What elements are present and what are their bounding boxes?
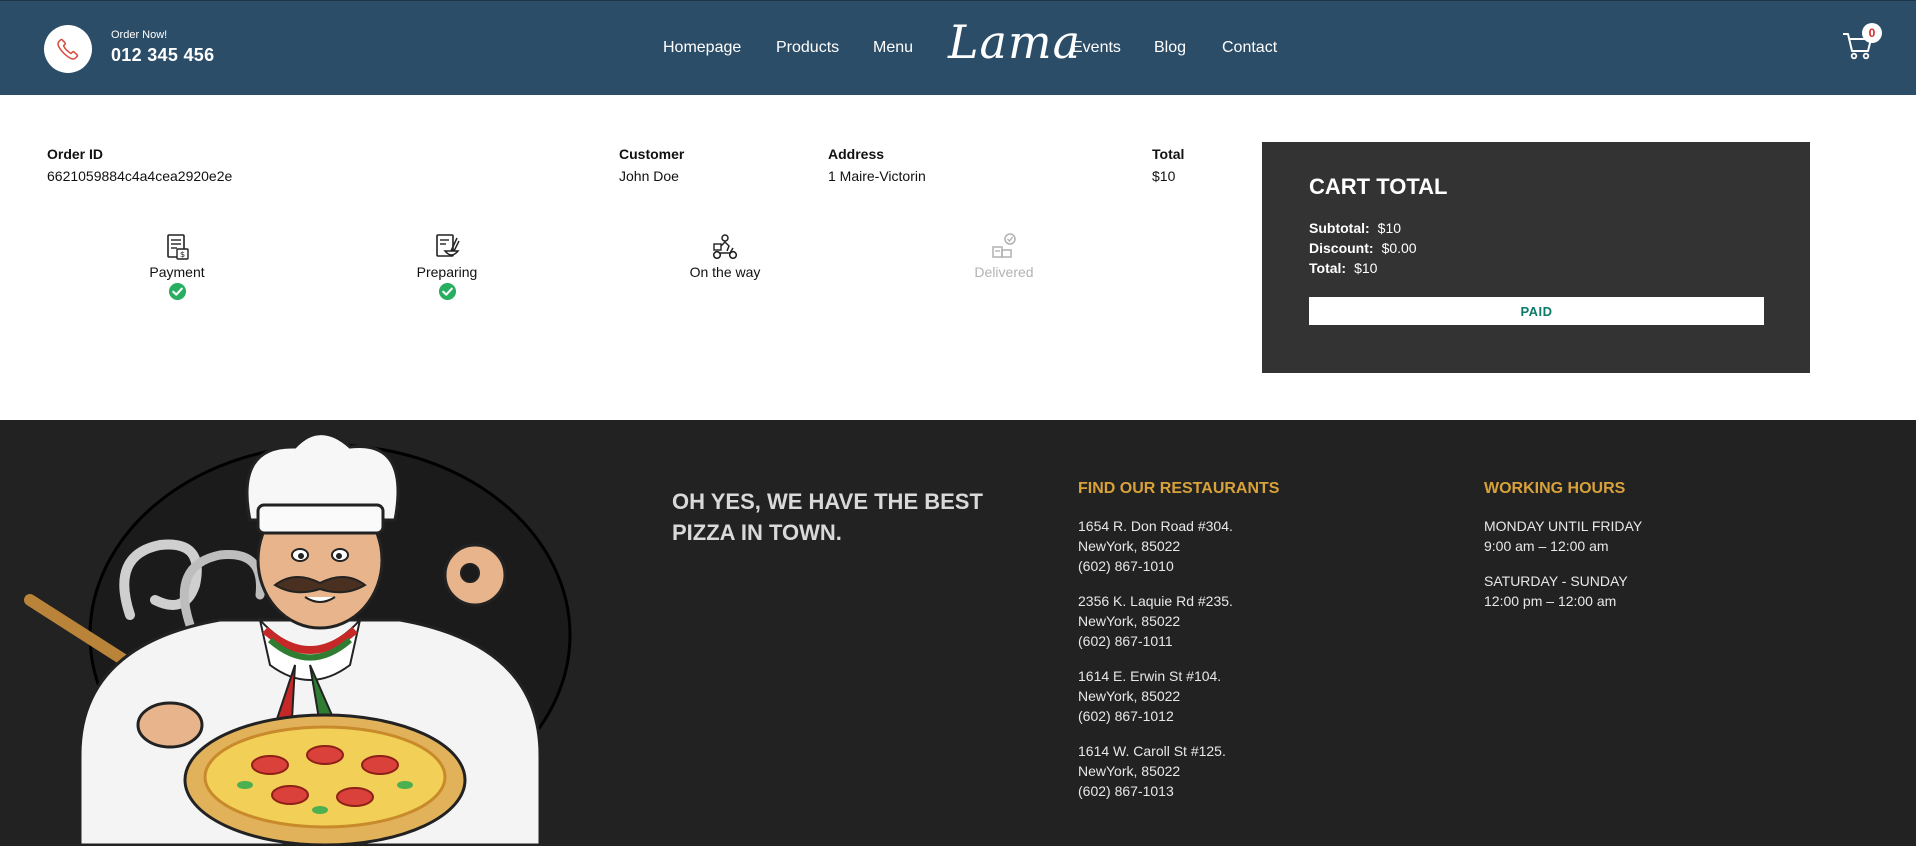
- status-payment: $ Payment: [107, 232, 247, 301]
- nav-contact[interactable]: Contact: [1222, 39, 1277, 57]
- check-icon: [168, 282, 186, 301]
- status-label: Delivered: [974, 264, 1034, 280]
- order-id-value: 6621059884c4a4cea2920e2e: [47, 168, 233, 184]
- customer-value: John Doe: [619, 168, 679, 184]
- status-delivered: Delivered: [934, 232, 1074, 280]
- restaurant-phone: (602) 867-1012: [1078, 708, 1174, 724]
- status-preparing: Preparing: [377, 232, 517, 301]
- footer: OH YES, WE HAVE THE BEST PIZZA IN TOWN. …: [0, 420, 1916, 846]
- footer-slogan: OH YES, WE HAVE THE BEST PIZZA IN TOWN.: [672, 489, 983, 545]
- customer-header: Customer: [619, 146, 685, 162]
- address-header: Address: [828, 146, 885, 162]
- order-now-label: Order Now!: [111, 29, 168, 41]
- restaurant-item: 1614 E. Erwin St #104. NewYork, 85022 (6…: [1078, 666, 1221, 726]
- chef-bowl-icon: [436, 234, 460, 257]
- hours-item: MONDAY UNTIL FRIDAY 9:00 am – 12:00 am: [1484, 516, 1642, 556]
- restaurant-city: NewYork, 85022: [1078, 688, 1181, 704]
- delivered-icon: [992, 233, 1016, 258]
- restaurant-item: 1654 R. Don Road #304. NewYork, 85022 (6…: [1078, 516, 1233, 576]
- restaurant-street: 1654 R. Don Road #304.: [1078, 518, 1233, 534]
- subtotal-value: $10: [1377, 220, 1402, 236]
- call-button[interactable]: [44, 25, 92, 73]
- total-row: Total: $10: [1309, 260, 1377, 276]
- subtotal-label: Subtotal:: [1309, 220, 1370, 236]
- nav-products[interactable]: Products: [776, 39, 839, 57]
- order-id-header: Order ID: [47, 146, 104, 162]
- total-header: Total: [1152, 146, 1185, 162]
- check-icon: [438, 282, 456, 301]
- restaurant-phone: (602) 867-1011: [1078, 633, 1173, 649]
- cart-total-title: CART TOTAL: [1309, 174, 1448, 199]
- restaurant-phone: (602) 867-1010: [1078, 558, 1174, 574]
- phone-number: 012 345 456: [111, 45, 215, 65]
- nav-blog[interactable]: Blog: [1154, 39, 1186, 57]
- restaurant-city: NewYork, 85022: [1078, 613, 1181, 629]
- restaurant-street: 2356 K. Laquie Rd #235.: [1078, 593, 1233, 609]
- nav-homepage[interactable]: Homepage: [663, 39, 741, 57]
- nav-events[interactable]: Events: [1072, 39, 1121, 57]
- discount-value: $0.00: [1381, 240, 1417, 256]
- phone-icon: [57, 38, 79, 60]
- restaurant-item: 1614 W. Caroll St #125. NewYork, 85022 (…: [1078, 741, 1226, 801]
- total-value-cart: $10: [1354, 260, 1378, 276]
- status-label: On the way: [689, 264, 761, 280]
- restaurant-street: 1614 W. Caroll St #125.: [1078, 743, 1226, 759]
- restaurant-street: 1614 E. Erwin St #104.: [1078, 668, 1222, 684]
- hours-time: 9:00 am – 12:00 am: [1484, 538, 1609, 554]
- subtotal-row: Subtotal: $10: [1309, 220, 1401, 236]
- nav-menu[interactable]: Menu: [873, 39, 913, 57]
- hours-days: SATURDAY - SUNDAY: [1484, 573, 1628, 589]
- chef-pizza-illustration: [24, 432, 572, 845]
- navbar: Order Now! 012 345 456 Homepage Products…: [0, 0, 1916, 95]
- address-value: 1 Maire-Victorin: [828, 168, 926, 184]
- restaurants-title: FIND OUR RESTAURANTS: [1078, 480, 1280, 497]
- delivery-bike-icon: [712, 234, 738, 260]
- status-label: Preparing: [416, 264, 478, 280]
- status-on-the-way: On the way: [655, 232, 795, 280]
- total-value: $10: [1152, 168, 1176, 184]
- status-label: Payment: [149, 264, 205, 280]
- hours-item: SATURDAY - SUNDAY 12:00 pm – 12:00 am: [1484, 571, 1628, 611]
- restaurant-city: NewYork, 85022: [1078, 538, 1181, 554]
- hours-time: 12:00 pm – 12:00 am: [1484, 593, 1617, 609]
- discount-label: Discount:: [1309, 240, 1374, 256]
- restaurant-phone: (602) 867-1013: [1078, 783, 1174, 799]
- paid-button[interactable]: PAID: [1309, 297, 1764, 325]
- receipt-icon: $: [167, 234, 189, 260]
- discount-row: Discount: $0.00: [1309, 240, 1417, 256]
- restaurant-item: 2356 K. Laquie Rd #235. NewYork, 85022 (…: [1078, 591, 1233, 651]
- logo[interactable]: Lama: [948, 15, 1081, 69]
- hours-days: MONDAY UNTIL FRIDAY: [1484, 518, 1643, 534]
- cart-count-badge: 0: [1862, 23, 1882, 43]
- hours-title: WORKING HOURS: [1484, 480, 1626, 497]
- svg-text:$: $: [180, 250, 185, 259]
- restaurant-city: NewYork, 85022: [1078, 763, 1181, 779]
- cart-total-panel: CART TOTAL Subtotal: $10 Discount: $0.00 T…: [1262, 142, 1810, 373]
- total-label: Total:: [1309, 260, 1347, 276]
